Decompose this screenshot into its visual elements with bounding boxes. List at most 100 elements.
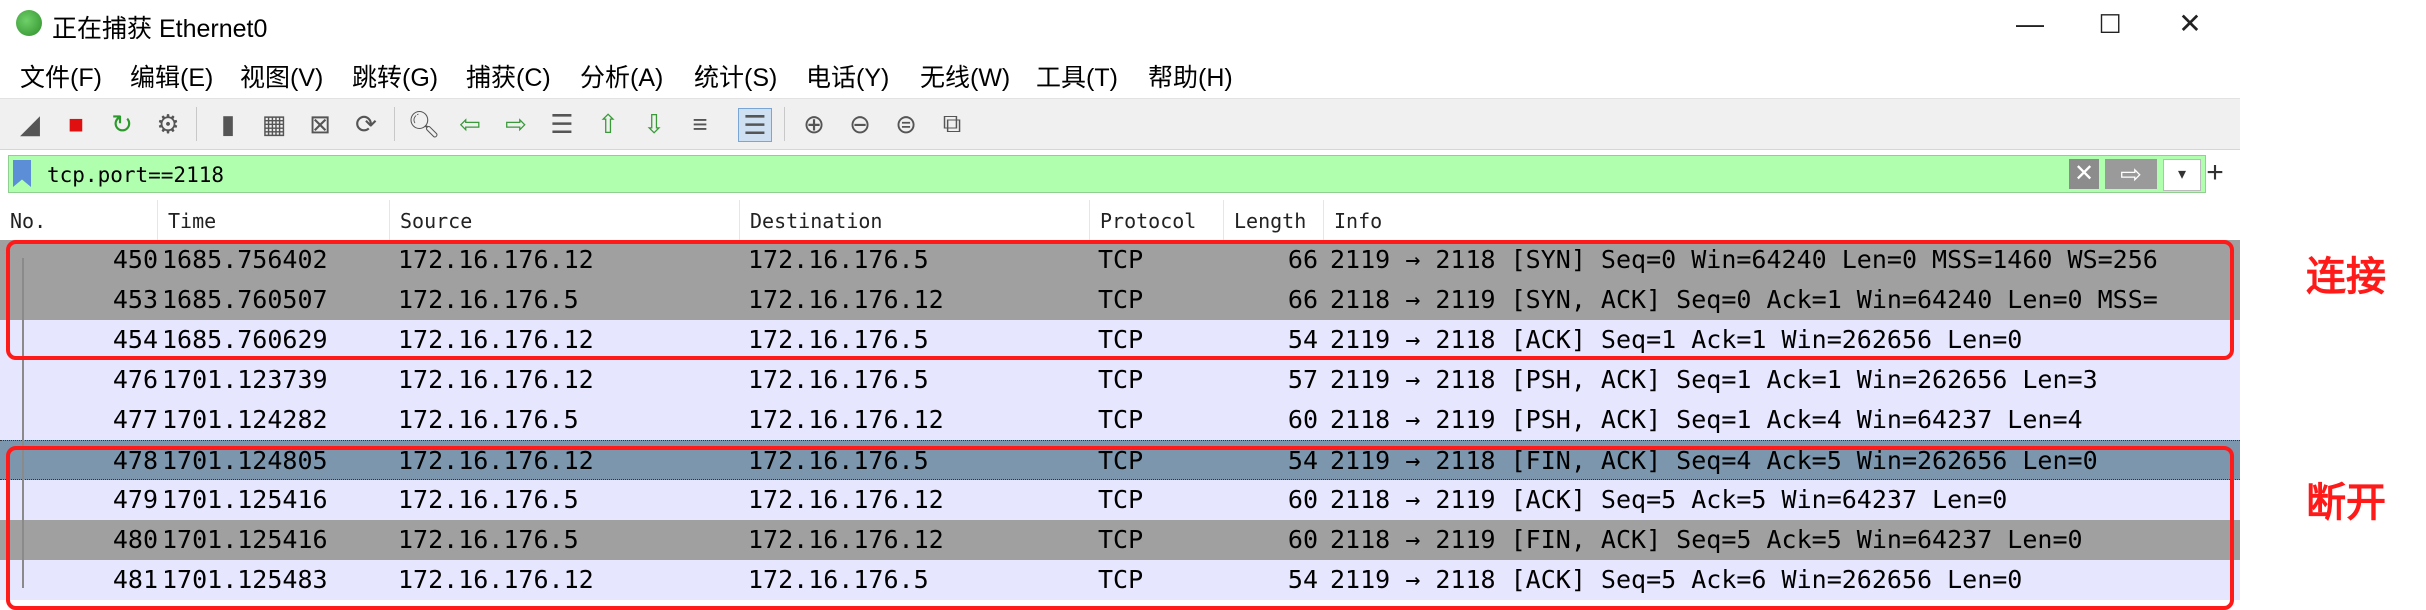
packet-cell-no: 453 (112, 285, 158, 314)
packet-cell-proto: TCP (1098, 245, 1144, 274)
column-header-destination[interactable]: Destination (740, 200, 1090, 240)
close-button[interactable]: ✕ (2160, 4, 2220, 44)
packet-cell-len: 54 (1287, 446, 1318, 475)
menu-edit[interactable]: 编辑(E) (130, 58, 213, 94)
menu-file[interactable]: 文件(F) (20, 58, 102, 94)
packet-cell-no: 454 (112, 325, 158, 354)
packet-cell-dst: 172.16.176.5 (748, 325, 929, 354)
packet-cell-src: 172.16.176.5 (398, 405, 579, 434)
menu-analyze[interactable]: 分析(A) (580, 58, 663, 94)
column-header-length[interactable]: Length (1224, 200, 1324, 240)
packet-cell-len: 54 (1287, 565, 1318, 594)
packet-cell-info: 2119 → 2118 [ACK] Seq=5 Ack=6 Win=262656… (1330, 565, 2023, 594)
column-header-source[interactable]: Source (390, 200, 740, 240)
go-forward-icon[interactable]: ⇨ (500, 108, 532, 140)
close-file-icon[interactable]: ⊠ (304, 108, 336, 140)
packet-cell-no: 450 (112, 245, 158, 274)
menu-tools[interactable]: 工具(T) (1036, 58, 1118, 94)
packet-row[interactable]: 478 1701.124805 172.16.176.12 172.16.176.5 T… (0, 440, 2240, 480)
menu-wireless[interactable]: 无线(W) (920, 58, 1010, 94)
packet-cell-dst: 172.16.176.12 (748, 285, 944, 314)
packet-row[interactable]: 450 1685.756402 172.16.176.12 172.16.176.5 T… (0, 240, 2240, 280)
menu-go[interactable]: 跳转(G) (352, 58, 438, 94)
packet-cell-info: 2119 → 2118 [SYN] Seq=0 Win=64240 Len=0 … (1330, 245, 2158, 274)
packet-cell-dst: 172.16.176.5 (748, 446, 929, 475)
packet-cell-dst: 172.16.176.12 (748, 485, 944, 514)
display-filter-bar: ✕ ⇨ ▾ (8, 155, 2206, 193)
packet-cell-no: 480 (112, 525, 158, 554)
packet-cell-src: 172.16.176.5 (398, 285, 579, 314)
packet-cell-time: 1701.124805 (162, 446, 328, 475)
filter-history-dropdown[interactable]: ▾ (2163, 159, 2201, 191)
wireshark-app-icon (16, 10, 42, 36)
packet-cell-src: 172.16.176.12 (398, 365, 594, 394)
zoom-out-icon[interactable]: ⊖ (844, 108, 876, 140)
packet-row[interactable]: 481 1701.125483 172.16.176.12 172.16.176.5 T… (0, 560, 2240, 600)
packet-cell-len: 54 (1287, 325, 1318, 354)
bookmark-icon[interactable] (13, 160, 31, 187)
packet-cell-dst: 172.16.176.5 (748, 365, 929, 394)
minimize-button[interactable]: — (2000, 4, 2060, 44)
menu-capture[interactable]: 捕获(C) (466, 58, 551, 94)
packet-cell-no: 481 (112, 565, 158, 594)
toolbar-separator (196, 107, 197, 141)
packet-cell-info: 2119 → 2118 [FIN, ACK] Seq=4 Ack=5 Win=2… (1330, 446, 2098, 475)
packet-cell-time: 1685.756402 (162, 245, 328, 274)
toolbar-separator (394, 107, 395, 141)
capture-options-icon[interactable]: ⚙ (152, 108, 184, 140)
menu-statistics[interactable]: 统计(S) (694, 58, 777, 94)
zoom-normal-icon[interactable]: ⊜ (890, 108, 922, 140)
save-file-icon[interactable]: ▦ (258, 108, 290, 140)
packet-cell-src: 172.16.176.5 (398, 485, 579, 514)
restart-capture-icon[interactable]: ↻ (106, 108, 138, 140)
maximize-button[interactable]: ☐ (2080, 4, 2140, 44)
last-packet-icon[interactable]: ⇩ (638, 108, 670, 140)
packet-cell-src: 172.16.176.5 (398, 525, 579, 554)
display-filter-input[interactable] (45, 159, 2059, 191)
colorize-icon[interactable]: ☰ (738, 108, 772, 142)
find-packet-icon[interactable]: 🔍︎ (408, 108, 441, 140)
packet-cell-dst: 172.16.176.5 (748, 245, 929, 274)
apply-filter-icon[interactable]: ⇨ (2105, 159, 2157, 189)
packet-cell-proto: TCP (1098, 325, 1144, 354)
packet-cell-proto: TCP (1098, 285, 1144, 314)
packet-cell-proto: TCP (1098, 446, 1144, 475)
packet-cell-time: 1685.760629 (162, 325, 328, 354)
go-to-packet-icon[interactable]: ☰ (546, 108, 578, 140)
packet-cell-time: 1701.124282 (162, 405, 328, 434)
packet-cell-src: 172.16.176.12 (398, 245, 594, 274)
packet-row[interactable]: 476 1701.123739 172.16.176.12 172.16.176.5 T… (0, 360, 2240, 400)
main-toolbar: ◢ ■ ↻ ⚙ ▮ ▦ ⊠ ⟳ 🔍︎ ⇦ ⇨ ☰ ⇧ ⇩ ≡ ☰ ⊕ ⊖ ⊜ ⧉ (0, 98, 2240, 150)
menu-view[interactable]: 视图(V) (240, 58, 323, 94)
menu-help[interactable]: 帮助(H) (1148, 58, 1233, 94)
packet-cell-len: 60 (1287, 525, 1318, 554)
column-header-info[interactable]: Info (1324, 200, 2240, 240)
connect-annotation: 连接 (2306, 254, 2386, 300)
packet-cell-no: 477 (112, 405, 158, 434)
packet-row[interactable]: 453 1685.760507 172.16.176.5 172.16.176.12 T… (0, 280, 2240, 320)
open-file-icon[interactable]: ▮ (212, 108, 244, 140)
shark-fin-start-icon[interactable]: ◢ (14, 108, 46, 140)
clear-filter-icon[interactable]: ✕ (2069, 159, 2099, 189)
packet-cell-dst: 172.16.176.12 (748, 525, 944, 554)
menu-telephony[interactable]: 电话(Y) (806, 58, 889, 94)
packet-row[interactable]: 477 1701.124282 172.16.176.5 172.16.176.12 T… (0, 400, 2240, 440)
conversation-tree-line (22, 258, 24, 588)
column-header-time[interactable]: Time (158, 200, 390, 240)
resize-columns-icon[interactable]: ⧉ (936, 108, 968, 140)
reload-file-icon[interactable]: ⟳ (350, 108, 382, 140)
stop-capture-icon[interactable]: ■ (60, 108, 92, 140)
auto-scroll-icon[interactable]: ≡ (684, 108, 716, 140)
go-back-icon[interactable]: ⇦ (454, 108, 486, 140)
column-header-no[interactable]: No. (0, 200, 158, 240)
first-packet-icon[interactable]: ⇧ (592, 108, 624, 140)
column-header-protocol[interactable]: Protocol (1090, 200, 1224, 240)
packet-row[interactable]: 479 1701.125416 172.16.176.5 172.16.176.12 T… (0, 480, 2240, 520)
add-filter-button[interactable]: + (2200, 155, 2230, 191)
packet-cell-time: 1701.125416 (162, 525, 328, 554)
packet-row[interactable]: 454 1685.760629 172.16.176.12 172.16.176.5 T… (0, 320, 2240, 360)
packet-row[interactable]: 480 1701.125416 172.16.176.5 172.16.176.12 T… (0, 520, 2240, 560)
zoom-in-icon[interactable]: ⊕ (798, 108, 830, 140)
packet-cell-proto: TCP (1098, 405, 1144, 434)
packet-cell-no: 479 (112, 485, 158, 514)
